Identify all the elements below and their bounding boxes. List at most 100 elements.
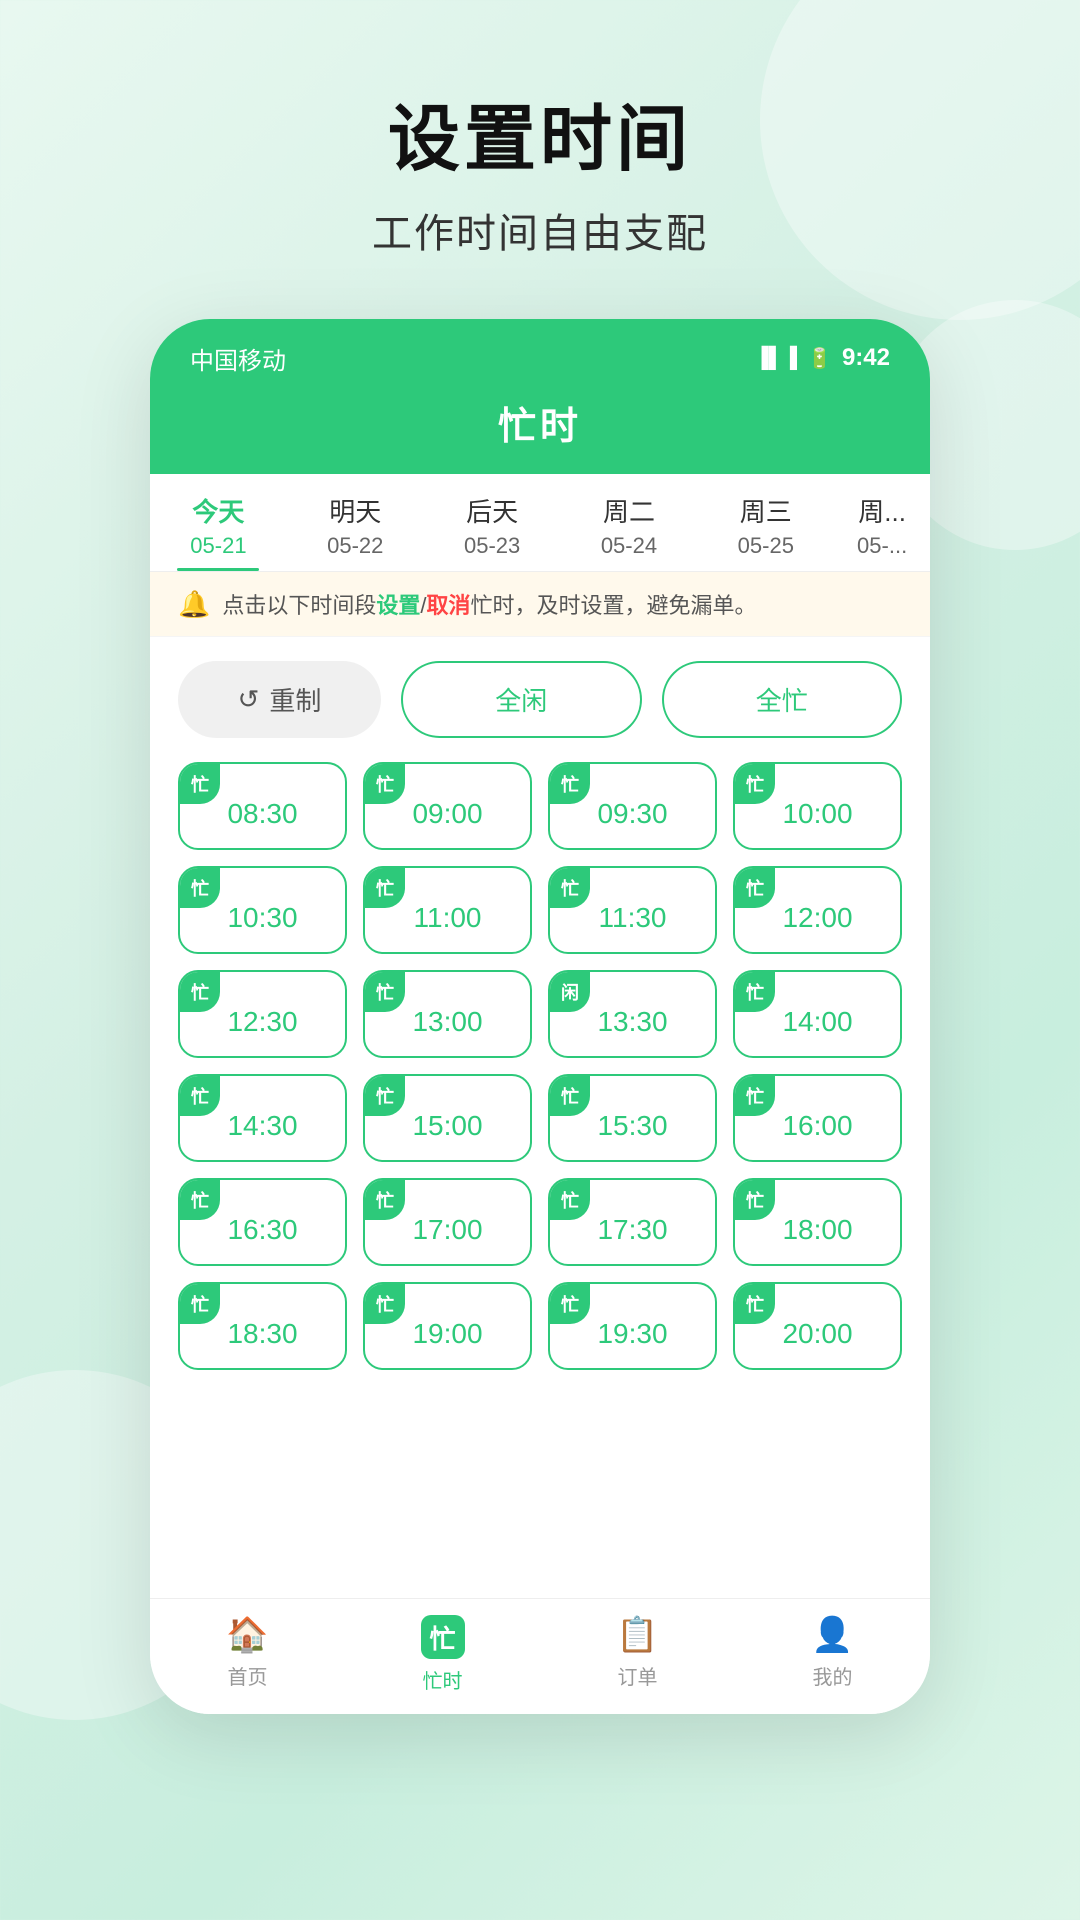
slot-badge-13: 忙	[365, 1076, 405, 1116]
slot-badge-5: 忙	[365, 868, 405, 908]
slot-badge-9: 忙	[365, 972, 405, 1012]
page-subtitle: 工作时间自由支配	[372, 201, 708, 259]
day-date-5: 05-...	[834, 533, 930, 559]
day-date-1: 05-22	[287, 533, 424, 559]
time-slot-2[interactable]: 忙 09:30	[548, 762, 717, 850]
time-slot-21[interactable]: 忙 19:00	[363, 1282, 532, 1370]
time-slot-3[interactable]: 忙 10:00	[733, 762, 902, 850]
time-slot-18[interactable]: 忙 17:30	[548, 1178, 717, 1266]
day-tab-3[interactable]: 周二 05-24	[561, 474, 698, 571]
day-date-3: 05-24	[561, 533, 698, 559]
slot-time-1: 09:00	[377, 798, 518, 830]
time-slot-7[interactable]: 忙 12:00	[733, 866, 902, 954]
nav-item-订单[interactable]: 📋 订单	[540, 1615, 735, 1694]
slot-badge-19: 忙	[735, 1180, 775, 1220]
all-busy-button[interactable]: 全忙	[662, 661, 902, 738]
time-slot-23[interactable]: 忙 20:00	[733, 1282, 902, 1370]
slot-time-6: 11:30	[562, 902, 703, 934]
day-tab-2[interactable]: 后天 05-23	[424, 474, 561, 571]
page-header: 设置时间 工作时间自由支配	[372, 80, 708, 259]
time-slot-8[interactable]: 忙 12:30	[178, 970, 347, 1058]
day-date-2: 05-23	[424, 533, 561, 559]
status-right: ▐▌▐ 🔋 9:42	[755, 344, 890, 372]
nav-label-1: 忙时	[423, 1665, 463, 1694]
nav-icon-3: 👤	[811, 1615, 853, 1655]
bg-decoration-1	[760, 0, 1080, 320]
spacer	[150, 1398, 930, 1598]
status-bar: 中国移动 ▐▌▐ 🔋 9:42	[150, 319, 930, 379]
bottom-nav: 🏠 首页 忙 忙时 📋 订单 👤 我的	[150, 1598, 930, 1714]
slot-badge-2: 忙	[550, 764, 590, 804]
nav-item-忙时[interactable]: 忙 忙时	[345, 1615, 540, 1694]
slot-badge-7: 忙	[735, 868, 775, 908]
all-free-label: 全闲	[495, 686, 547, 716]
slot-time-12: 14:30	[192, 1110, 333, 1142]
day-date-4: 05-25	[697, 533, 834, 559]
time-slot-0[interactable]: 忙 08:30	[178, 762, 347, 850]
slot-time-14: 15:30	[562, 1110, 703, 1142]
time-slot-17[interactable]: 忙 17:00	[363, 1178, 532, 1266]
nav-icon-0: 🏠	[226, 1615, 268, 1655]
nav-icon-2: 📋	[616, 1615, 658, 1655]
all-free-button[interactable]: 全闲	[401, 661, 641, 738]
notice-icon: 🔔	[178, 589, 210, 620]
slot-badge-23: 忙	[735, 1284, 775, 1324]
slot-badge-10: 闲	[550, 972, 590, 1012]
slot-time-16: 16:30	[192, 1214, 333, 1246]
slot-badge-3: 忙	[735, 764, 775, 804]
slot-time-2: 09:30	[562, 798, 703, 830]
time-slot-16[interactable]: 忙 16:30	[178, 1178, 347, 1266]
nav-item-我的[interactable]: 👤 我的	[735, 1615, 930, 1694]
day-name-0: 今天	[150, 492, 287, 529]
reset-label: 重制	[269, 681, 321, 718]
slot-badge-4: 忙	[180, 868, 220, 908]
slot-badge-15: 忙	[735, 1076, 775, 1116]
slot-time-15: 16:00	[747, 1110, 888, 1142]
day-date-0: 05-21	[150, 533, 287, 559]
slot-time-21: 19:00	[377, 1318, 518, 1350]
time-slot-11[interactable]: 忙 14:00	[733, 970, 902, 1058]
slot-badge-16: 忙	[180, 1180, 220, 1220]
slot-badge-0: 忙	[180, 764, 220, 804]
app-title: 忙时	[150, 395, 930, 450]
time-slot-20[interactable]: 忙 18:30	[178, 1282, 347, 1370]
reset-icon: ↺	[238, 684, 260, 715]
day-name-1: 明天	[287, 492, 424, 529]
day-tab-4[interactable]: 周三 05-25	[697, 474, 834, 571]
time-slot-10[interactable]: 闲 13:30	[548, 970, 717, 1058]
time-slot-19[interactable]: 忙 18:00	[733, 1178, 902, 1266]
time-slot-14[interactable]: 忙 15:30	[548, 1074, 717, 1162]
day-name-2: 后天	[424, 492, 561, 529]
time-slot-12[interactable]: 忙 14:30	[178, 1074, 347, 1162]
time-slot-5[interactable]: 忙 11:00	[363, 866, 532, 954]
slot-badge-17: 忙	[365, 1180, 405, 1220]
day-tab-1[interactable]: 明天 05-22	[287, 474, 424, 571]
app-header: 忙时	[150, 379, 930, 474]
time-slot-4[interactable]: 忙 10:30	[178, 866, 347, 954]
all-busy-label: 全忙	[756, 686, 808, 716]
notice-bar: 🔔 点击以下时间段设置/取消忙时，及时设置，避免漏单。	[150, 572, 930, 637]
time-slot-13[interactable]: 忙 15:00	[363, 1074, 532, 1162]
nav-label-3: 我的	[813, 1661, 853, 1690]
action-row: ↺ 重制 全闲 全忙	[150, 637, 930, 762]
notice-before: 点击以下时间段	[222, 593, 376, 618]
reset-button[interactable]: ↺ 重制	[178, 661, 381, 738]
day-tab-0[interactable]: 今天 05-21	[150, 474, 287, 571]
slot-time-7: 12:00	[747, 902, 888, 934]
slot-time-13: 15:00	[377, 1110, 518, 1142]
slot-badge-1: 忙	[365, 764, 405, 804]
day-tab-5[interactable]: 周... 05-...	[834, 474, 930, 571]
slot-badge-8: 忙	[180, 972, 220, 1012]
time-slot-9[interactable]: 忙 13:00	[363, 970, 532, 1058]
nav-icon-1: 忙	[421, 1615, 465, 1659]
battery-icon: 🔋	[807, 346, 832, 371]
page-title: 设置时间	[372, 80, 708, 185]
time-slot-1[interactable]: 忙 09:00	[363, 762, 532, 850]
slot-badge-18: 忙	[550, 1180, 590, 1220]
nav-item-首页[interactable]: 🏠 首页	[150, 1615, 345, 1694]
time-slot-6[interactable]: 忙 11:30	[548, 866, 717, 954]
time-slot-22[interactable]: 忙 19:30	[548, 1282, 717, 1370]
slot-time-5: 11:00	[377, 902, 518, 934]
time-slot-15[interactable]: 忙 16:00	[733, 1074, 902, 1162]
phone-mockup: 中国移动 ▐▌▐ 🔋 9:42 忙时 今天 05-21 明天 05-22 后天 …	[150, 319, 930, 1714]
